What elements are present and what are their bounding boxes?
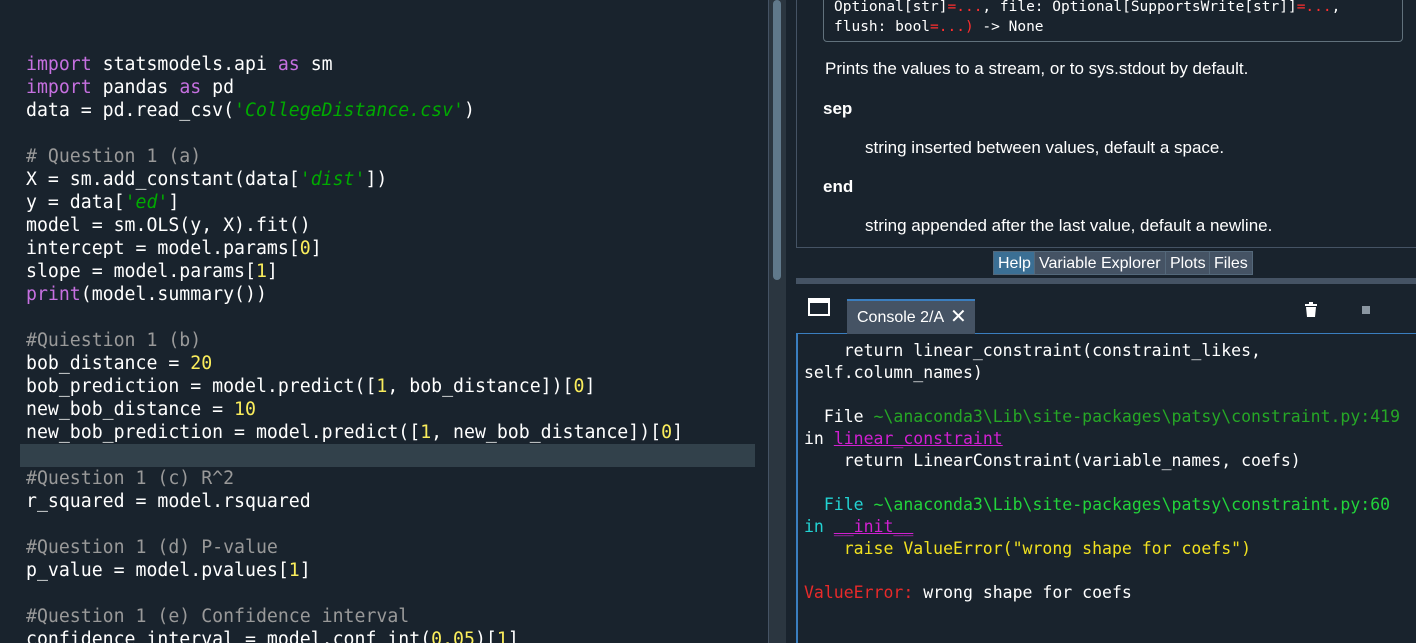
tab-files[interactable]: Files [1209,251,1253,275]
code-line: new_bob_distance = 10 [26,399,256,420]
code-line: bob_distance = 20 [26,353,213,374]
code-line: new_bob_prediction = model.predict([1, n… [26,422,684,443]
code-line: p_value = model.pvalues[1] [26,560,311,581]
console-tab[interactable]: Console 2/A ✕ [847,299,975,334]
console-pane[interactable]: Console 2/A ✕ return linear_constraint(c… [796,284,1416,643]
code-line: data = pd.read_csv('CollegeDistance.csv'… [26,100,475,121]
signature-line: Optional[str]=..., file: Optional[Suppor… [834,0,1341,15]
code-line: slope = model.params[1] [26,261,278,282]
console-line: in linear_constraint [804,429,1003,448]
code-line: confidence_interval = model.conf_int(0.0… [26,629,519,643]
pane-splitter[interactable] [786,0,796,643]
stop-icon[interactable] [1362,306,1370,314]
code-line: X = sm.add_constant(data['dist']) [26,169,388,190]
console-line: File ~\anaconda3\Lib\site-packages\patsy… [804,407,1401,426]
signature-box: Optional[str]=..., file: Optional[Suppor… [823,0,1403,42]
code-line: bob_prediction = model.predict([1, bob_d… [26,376,596,397]
window-icon[interactable] [808,298,830,316]
pane-tab-bar: Help Variable Explorer Plots Files [796,248,1416,278]
console-tab-label: Console 2/A [857,309,945,326]
current-line-highlight [20,444,755,467]
code-line: y = data['ed'] [26,192,180,213]
code-editor[interactable]: import statsmodels.api as sm import pand… [0,0,768,643]
param-name-end: end [823,177,854,196]
console-line: return LinearConstraint(variable_names, … [804,451,1301,470]
console-line: self.column_names) [804,363,983,382]
trash-icon[interactable] [1304,302,1318,318]
code-line: #Quiestion 1 (b) [26,330,202,351]
param-desc-sep: string inserted between values, default … [865,138,1225,157]
code-line: r_squared = model.rsquared [26,491,311,512]
tab-variable-explorer[interactable]: Variable Explorer [1034,251,1166,275]
help-description: Prints the values to a stream, or to sys… [825,59,1249,78]
error-line: ValueError: wrong shape for coefs [804,583,1132,602]
console-line: raise ValueError("wrong shape for coefs"… [804,539,1252,558]
editor-scrollbar[interactable] [768,0,786,643]
code-line: import pandas as pd [26,77,235,98]
help-pane: Optional[str]=..., file: Optional[Suppor… [796,0,1416,248]
console-line: in __init__ [804,517,914,536]
code-line: import statsmodels.api as sm [26,54,333,75]
console-line: return linear_constraint(constraint_like… [804,341,1261,360]
param-name-sep: sep [823,99,853,118]
code-line: model = sm.OLS(y, X).fit() [26,215,311,236]
code-line: #Question 1 (c) R^2 [26,468,235,489]
editor-gutter [0,0,20,643]
console-output[interactable]: return linear_constraint(constraint_like… [804,340,1416,604]
tab-help[interactable]: Help [993,251,1036,275]
close-icon[interactable]: ✕ [950,301,967,334]
console-line: File ~\anaconda3\Lib\site-packages\patsy… [804,495,1391,514]
code-line: #Question 1 (e) Confidence interval [26,606,410,627]
code-line: intercept = model.params[0] [26,238,322,259]
editor-scrollbar-thumb[interactable] [773,0,781,280]
console-focus-border [796,334,798,643]
console-toolbar: Console 2/A ✕ [796,284,1416,334]
tab-plots[interactable]: Plots [1165,251,1211,275]
param-desc-end: string appended after the last value, de… [865,216,1273,235]
code-line: print(model.summary()) [26,284,267,305]
signature-line: flush: bool=...) -> None [834,19,1044,35]
code-line: #Question 1 (d) P-value [26,537,278,558]
code-area[interactable]: import statsmodels.api as sm import pand… [20,30,768,643]
code-line: # Question 1 (a) [26,146,202,167]
